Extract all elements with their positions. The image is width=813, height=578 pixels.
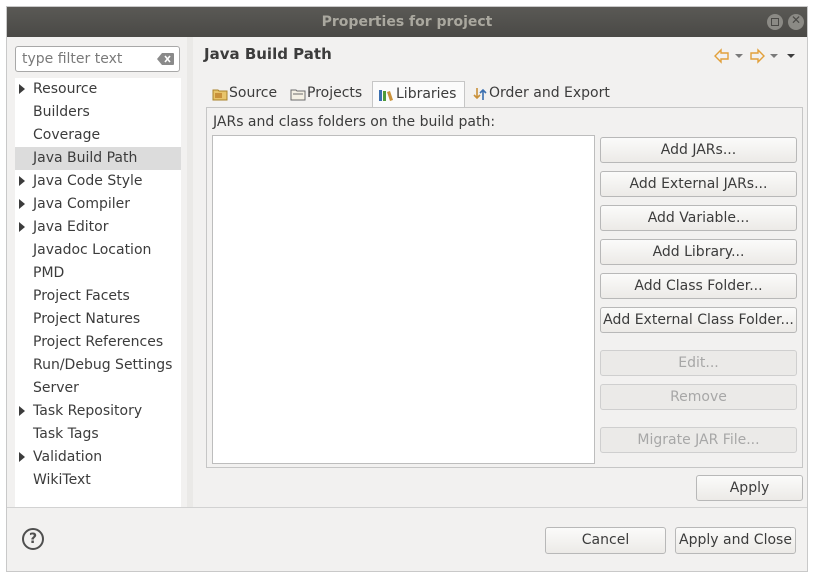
page-title: Java Build Path [204, 45, 332, 63]
expand-arrow-icon[interactable] [19, 222, 25, 232]
window-title: Properties for project [321, 14, 493, 30]
tree-item-project-natures[interactable]: Project Natures [15, 308, 181, 331]
tab-order-and-export[interactable]: Order and Export [469, 81, 615, 107]
tree-item-validation[interactable]: Validation [15, 446, 181, 469]
build-path-list-label: JARs and class folders on the build path… [213, 114, 496, 130]
tree-item-task-tags[interactable]: Task Tags [15, 423, 181, 446]
tree-item-java-build-path[interactable]: Java Build Path [15, 147, 181, 170]
libraries-icon [379, 90, 393, 101]
libraries-tab-panel: JARs and class folders on the build path… [206, 107, 803, 468]
back-arrow-icon[interactable] [714, 48, 729, 64]
tree-item-run-debug-settings[interactable]: Run/Debug Settings [15, 354, 181, 377]
view-menu-icon[interactable] [787, 54, 795, 58]
tree-item-javadoc-location[interactable]: Javadoc Location [15, 239, 181, 262]
page-navigation [714, 48, 795, 64]
tab-source[interactable]: Source [206, 81, 282, 107]
project-icon [290, 89, 306, 101]
expand-arrow-icon[interactable] [19, 406, 25, 416]
add-jars-button[interactable]: Add JARs... [600, 137, 797, 163]
close-icon: ✕ [790, 13, 802, 27]
add-library-button[interactable]: Add Library... [600, 239, 797, 265]
forward-dropdown-icon[interactable] [770, 54, 778, 58]
preference-tree: Resource Builders Coverage Java Build Pa… [15, 78, 181, 507]
tree-item-java-editor[interactable]: Java Editor [15, 216, 181, 239]
add-external-jars-button[interactable]: Add External JARs... [600, 171, 797, 197]
tree-item-wikitext[interactable]: WikiText [15, 469, 181, 492]
cancel-button[interactable]: Cancel [545, 527, 666, 554]
tree-item-java-code-style[interactable]: Java Code Style [15, 170, 181, 193]
expand-arrow-icon[interactable] [19, 84, 25, 94]
add-variable-button[interactable]: Add Variable... [600, 205, 797, 231]
tree-item-server[interactable]: Server [15, 377, 181, 400]
tree-item-resource[interactable]: Resource [15, 78, 181, 101]
pane-sash[interactable] [187, 37, 193, 507]
help-icon[interactable]: ? [22, 528, 44, 550]
properties-dialog: Properties for project ✕ Resource Builde… [6, 6, 808, 572]
title-bar[interactable]: Properties for project ✕ [7, 7, 807, 37]
tab-projects[interactable]: Projects [286, 81, 368, 107]
tree-item-project-references[interactable]: Project References [15, 331, 181, 354]
tree-item-coverage[interactable]: Coverage [15, 124, 181, 147]
tree-item-pmd[interactable]: PMD [15, 262, 181, 285]
tree-item-task-repository[interactable]: Task Repository [15, 400, 181, 423]
maximize-button[interactable] [767, 14, 783, 30]
close-button[interactable]: ✕ [788, 13, 804, 30]
expand-arrow-icon[interactable] [19, 452, 25, 462]
apply-button[interactable]: Apply [696, 475, 803, 501]
remove-button[interactable]: Remove [600, 384, 797, 410]
tree-item-builders[interactable]: Builders [15, 101, 181, 124]
tree-item-java-compiler[interactable]: Java Compiler [15, 193, 181, 216]
order-export-icon [473, 88, 487, 100]
apply-and-close-button[interactable]: Apply and Close [675, 527, 796, 554]
filter-box [15, 46, 180, 72]
add-class-folder-button[interactable]: Add Class Folder... [600, 273, 797, 299]
add-external-class-folder-button[interactable]: Add External Class Folder... [600, 307, 797, 333]
build-path-list[interactable] [212, 135, 595, 464]
edit-button[interactable]: Edit... [600, 350, 797, 376]
clear-filter-icon[interactable] [157, 53, 174, 65]
migrate-jar-button[interactable]: Migrate JAR File... [600, 427, 797, 453]
tab-libraries[interactable]: Libraries [372, 81, 465, 108]
footer-separator [7, 507, 807, 508]
expand-arrow-icon[interactable] [19, 176, 25, 186]
tree-item-project-facets[interactable]: Project Facets [15, 285, 181, 308]
forward-arrow-icon[interactable] [750, 48, 765, 64]
source-folder-icon [212, 89, 228, 101]
back-dropdown-icon[interactable] [735, 54, 743, 58]
expand-arrow-icon[interactable] [19, 199, 25, 209]
filter-input[interactable] [22, 50, 150, 68]
